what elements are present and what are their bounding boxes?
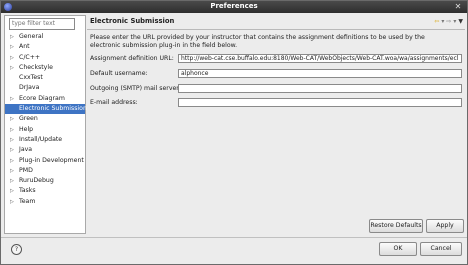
preference-tree: ▷ General ▷ Ant ▷ C/C++ ▷ Checkstyle CxxTest DrJa… [5,32,87,207]
page-title: Electronic Submission [90,17,175,25]
window-title: Preferences [210,2,258,10]
tree-item[interactable]: ▷ Tasks [5,186,85,196]
apply-button[interactable]: Apply [426,219,464,233]
preferences-sidebar: ▷ General ▷ Ant ▷ C/C++ ▷ Checkstyle CxxTest DrJa… [4,15,87,234]
tree-item[interactable]: ▷ General [5,32,85,42]
tree-item[interactable]: ▷ Ant [5,42,85,52]
tree-item-label: RuruDebug [19,177,54,185]
tree-item-label: CxxTest [19,74,43,82]
tree-item[interactable]: ▷ RuruDebug [5,176,85,186]
tree-item[interactable]: ▷ PMD [5,166,85,176]
tree-item-label: Help [19,125,34,133]
tree-item[interactable]: ▷ Install/Update [5,135,85,145]
tree-item-label: Ecore Diagram [19,94,65,102]
expand-arrow-icon[interactable]: ▷ [10,145,14,155]
tree-item[interactable]: ▷ Plug-in Development [5,156,85,166]
tree-item-label: Java [19,146,33,154]
tree-item-label: Checkstyle [19,63,53,71]
tree-item[interactable]: ▷ Ecore Diagram [5,94,85,104]
tree-item-label: Plug-in Development [19,156,84,164]
forward-arrow-icon[interactable]: ⇨ [446,18,451,25]
tree-item[interactable]: ▷ Checkstyle [5,63,85,73]
ok-button[interactable]: OK [379,242,417,256]
username-label: Default username: [90,70,148,77]
cancel-button[interactable]: Cancel [420,242,462,256]
title-bar[interactable]: Preferences ✕ [1,1,467,13]
expand-arrow-icon[interactable]: ▷ [10,94,14,104]
tree-item[interactable]: DrJava [5,83,85,93]
smtp-row: Outgoing (SMTP) mail server: [90,84,464,94]
expand-arrow-icon[interactable]: ▷ [10,176,14,186]
expand-arrow-icon[interactable]: ▷ [10,156,14,166]
assignment-url-row: Assignment definition URL: [90,54,464,64]
forward-dropdown-icon[interactable]: ▾ [453,18,456,25]
tree-item[interactable]: ▷ Team [5,197,85,207]
back-dropdown-icon[interactable]: ▾ [441,18,444,25]
assignment-url-label: Assignment definition URL: [90,55,174,62]
back-arrow-icon[interactable]: ⇦ [434,18,439,25]
close-icon[interactable]: ✕ [453,2,463,12]
tree-item-label: Green [19,115,38,123]
smtp-input[interactable] [178,84,462,93]
tree-item[interactable]: ▷ Java [5,145,85,155]
tree-item-label: C/C++ [19,53,41,61]
expand-arrow-icon[interactable]: ▷ [10,186,14,196]
tree-item[interactable]: ▷ Help [5,125,85,135]
tree-item-label: Install/Update [19,135,63,143]
tree-item[interactable]: Electronic Submission [5,104,87,115]
tree-item-label: Team [19,197,36,205]
expand-arrow-icon[interactable]: ▷ [10,166,14,176]
tree-item-label: DrJava [19,84,40,92]
restore-defaults-button[interactable]: Restore Defaults [369,219,423,233]
expand-arrow-icon[interactable]: ▷ [10,114,14,124]
preference-page: Electronic Submission ⇦ ▾ ⇨ ▾ ▼ Please e… [87,15,465,233]
tree-item-label: Ant [19,43,30,51]
footer-divider [1,237,467,238]
tree-item[interactable]: ▷ C/C++ [5,53,85,63]
view-menu-icon[interactable]: ▼ [458,18,463,25]
email-label: E-mail address: [90,99,138,106]
expand-arrow-icon[interactable]: ▷ [10,135,14,145]
page-description: Please enter the URL provided by your in… [90,34,425,50]
tree-item[interactable]: CxxTest [5,73,85,83]
username-input[interactable] [178,69,462,78]
navigation-controls: ⇦ ▾ ⇨ ▾ ▼ [434,16,463,26]
email-row: E-mail address: [90,98,464,108]
tree-item-label: Tasks [19,187,36,195]
expand-arrow-icon[interactable]: ▷ [10,32,14,42]
tree-item-label: Electronic Submission [19,105,87,113]
expand-arrow-icon[interactable]: ▷ [10,197,14,207]
tree-item-label: PMD [19,166,33,174]
expand-arrow-icon[interactable]: ▷ [10,42,14,52]
filter-input[interactable] [9,18,75,30]
preferences-window: Preferences ✕ ▷ General ▷ Ant ▷ C/C++ ▷ Checkst… [0,0,468,265]
expand-arrow-icon[interactable]: ▷ [10,125,14,135]
email-input[interactable] [178,98,462,107]
help-icon[interactable]: ? [11,244,22,255]
tree-item-label: General [19,33,44,40]
expand-arrow-icon[interactable]: ▷ [10,53,14,63]
assignment-url-input[interactable] [178,54,462,63]
tree-item[interactable]: ▷ Green [5,114,85,124]
expand-arrow-icon[interactable]: ▷ [10,63,14,73]
header-divider [87,29,465,30]
username-row: Default username: [90,69,464,79]
smtp-label: Outgoing (SMTP) mail server: [90,85,181,92]
